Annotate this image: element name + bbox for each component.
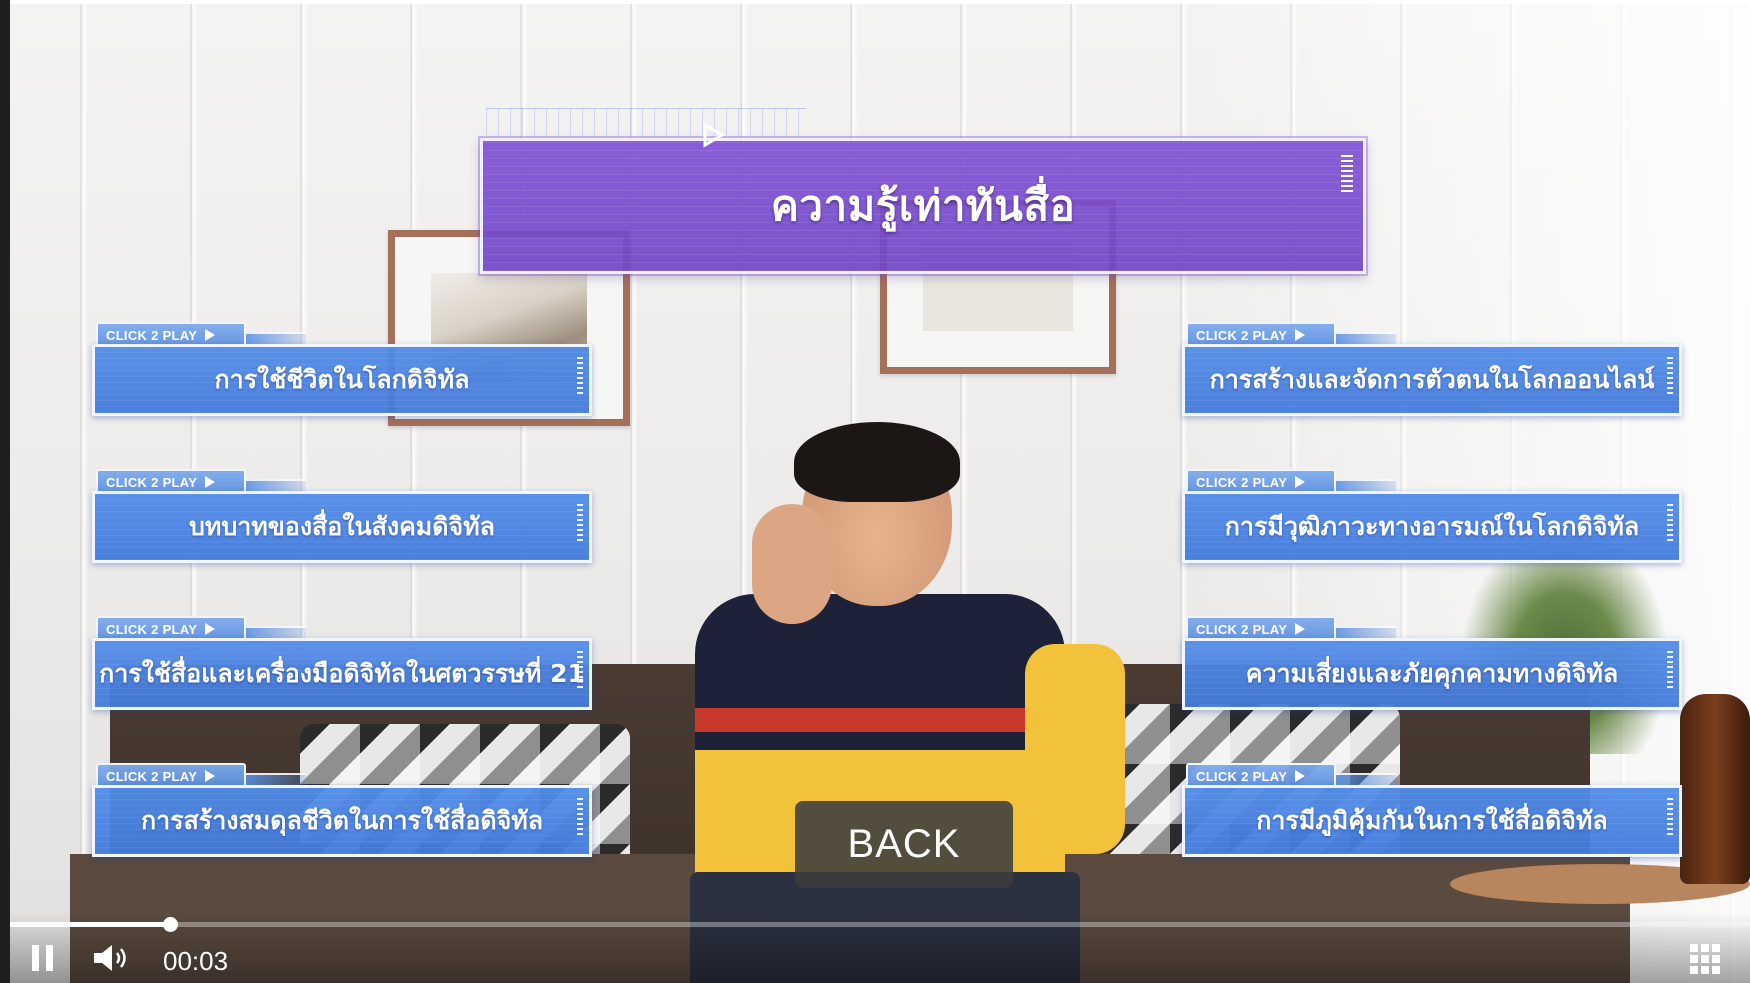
play-icon — [205, 770, 216, 782]
click-2-play-label: CLICK 2 PLAY — [106, 768, 198, 784]
topic-button-1[interactable]: CLICK 2 PLAY การใช้ชีวิตในโลกดิจิทัล — [92, 322, 592, 422]
topic-label: การสร้างและจัดการตัวตนในโลกออนไลน์ — [1209, 365, 1655, 394]
progress-thumb[interactable] — [163, 917, 179, 932]
play-icon — [1295, 770, 1306, 782]
title-decoration — [486, 108, 806, 135]
play-icon — [1295, 623, 1306, 635]
volume-icon[interactable] — [92, 942, 132, 974]
person-hand — [752, 504, 832, 624]
topic-body[interactable]: การมีวุฒิภาวะทางอารมณ์ในโลกดิจิทัล — [1182, 491, 1682, 563]
click-2-play-label: CLICK 2 PLAY — [106, 621, 198, 637]
topic-tag: CLICK 2 PLAY — [1186, 469, 1336, 493]
topic-tag: CLICK 2 PLAY — [1186, 322, 1336, 346]
play-icon — [205, 329, 216, 341]
click-2-play-label: CLICK 2 PLAY — [1196, 474, 1288, 490]
person-arm — [1025, 644, 1125, 854]
grid-menu-icon[interactable] — [1690, 944, 1720, 974]
window-edge — [0, 0, 10, 983]
play-icon — [703, 122, 725, 148]
player-controls: 00:03 — [10, 912, 1750, 983]
topic-tag: CLICK 2 PLAY — [1186, 763, 1336, 787]
topic-label: การใช้สื่อและเครื่องมือดิจิทัลในศตวรรษที… — [99, 659, 585, 688]
player-stage: ความรู้เท่าทันสื่อ CLICK 2 PLAY การใช้ชี… — [0, 0, 1750, 983]
topic-label: การมีภูมิคุ้มกันในการใช้สื่อดิจิทัล — [1256, 806, 1608, 835]
topic-label: บทบาทของสื่อในสังคมดิจิทัล — [189, 512, 495, 541]
person-hair — [794, 422, 960, 502]
play-icon — [1295, 476, 1306, 488]
video-frame[interactable]: ความรู้เท่าทันสื่อ CLICK 2 PLAY การใช้ชี… — [10, 4, 1750, 983]
time-display: 00:03 — [163, 946, 229, 976]
topic-tag: CLICK 2 PLAY — [96, 469, 246, 493]
topic-body[interactable]: การสร้างสมดุลชีวิตในการใช้สื่อดิจิทัล — [92, 785, 592, 857]
progress-bar[interactable] — [10, 917, 1750, 932]
back-button[interactable]: BACK — [795, 801, 1013, 888]
topic-tag: CLICK 2 PLAY — [96, 322, 246, 346]
topic-button-2[interactable]: CLICK 2 PLAY บทบาทของสื่อในสังคมดิจิทัล — [92, 469, 592, 569]
topic-tag: CLICK 2 PLAY — [96, 763, 246, 787]
bottle — [1680, 694, 1750, 884]
click-2-play-label: CLICK 2 PLAY — [1196, 768, 1288, 784]
topic-button-5[interactable]: CLICK 2 PLAY การสร้างและจัดการตัวตนในโลก… — [1182, 322, 1682, 422]
topic-body[interactable]: การใช้ชีวิตในโลกดิจิทัล — [92, 344, 592, 416]
play-icon — [1295, 329, 1306, 341]
click-2-play-label: CLICK 2 PLAY — [1196, 621, 1288, 637]
topic-body[interactable]: การมีภูมิคุ้มกันในการใช้สื่อดิจิทัล — [1182, 785, 1682, 857]
topic-button-7[interactable]: CLICK 2 PLAY ความเสี่ยงและภัยคุกคามทางดิ… — [1182, 616, 1682, 716]
topic-button-8[interactable]: CLICK 2 PLAY การมีภูมิคุ้มกันในการใช้สื่… — [1182, 763, 1682, 863]
topic-tag: CLICK 2 PLAY — [96, 616, 246, 640]
topic-label: ความเสี่ยงและภัยคุกคามทางดิจิทัล — [1245, 659, 1619, 688]
topic-label: การสร้างสมดุลชีวิตในการใช้สื่อดิจิทัล — [140, 806, 544, 835]
click-2-play-label: CLICK 2 PLAY — [1196, 327, 1288, 343]
topic-label: การใช้ชีวิตในโลกดิจิทัล — [214, 365, 470, 394]
click-2-play-label: CLICK 2 PLAY — [106, 474, 198, 490]
play-icon — [205, 623, 216, 635]
topic-button-6[interactable]: CLICK 2 PLAY การมีวุฒิภาวะทางอารมณ์ในโลก… — [1182, 469, 1682, 569]
topic-body[interactable]: การใช้สื่อและเครื่องมือดิจิทัลในศตวรรษที… — [92, 638, 592, 710]
topic-button-3[interactable]: CLICK 2 PLAY การใช้สื่อและเครื่องมือดิจิ… — [92, 616, 592, 716]
topic-label: การมีวุฒิภาวะทางอารมณ์ในโลกดิจิทัล — [1224, 512, 1640, 541]
topic-button-4[interactable]: CLICK 2 PLAY การสร้างสมดุลชีวิตในการใช้ส… — [92, 763, 592, 863]
topic-body[interactable]: บทบาทของสื่อในสังคมดิจิทัล — [92, 491, 592, 563]
topic-body[interactable]: การสร้างและจัดการตัวตนในโลกออนไลน์ — [1182, 344, 1682, 416]
pause-icon[interactable] — [32, 942, 62, 974]
play-icon — [205, 476, 216, 488]
topic-tag: CLICK 2 PLAY — [1186, 616, 1336, 640]
click-2-play-label: CLICK 2 PLAY — [106, 327, 198, 343]
page-title: ความรู้เท่าทันสื่อ — [770, 181, 1076, 230]
topic-body[interactable]: ความเสี่ยงและภัยคุกคามทางดิจิทัล — [1182, 638, 1682, 710]
progress-fill — [10, 922, 171, 927]
title-banner: ความรู้เท่าทันสื่อ — [480, 138, 1366, 274]
